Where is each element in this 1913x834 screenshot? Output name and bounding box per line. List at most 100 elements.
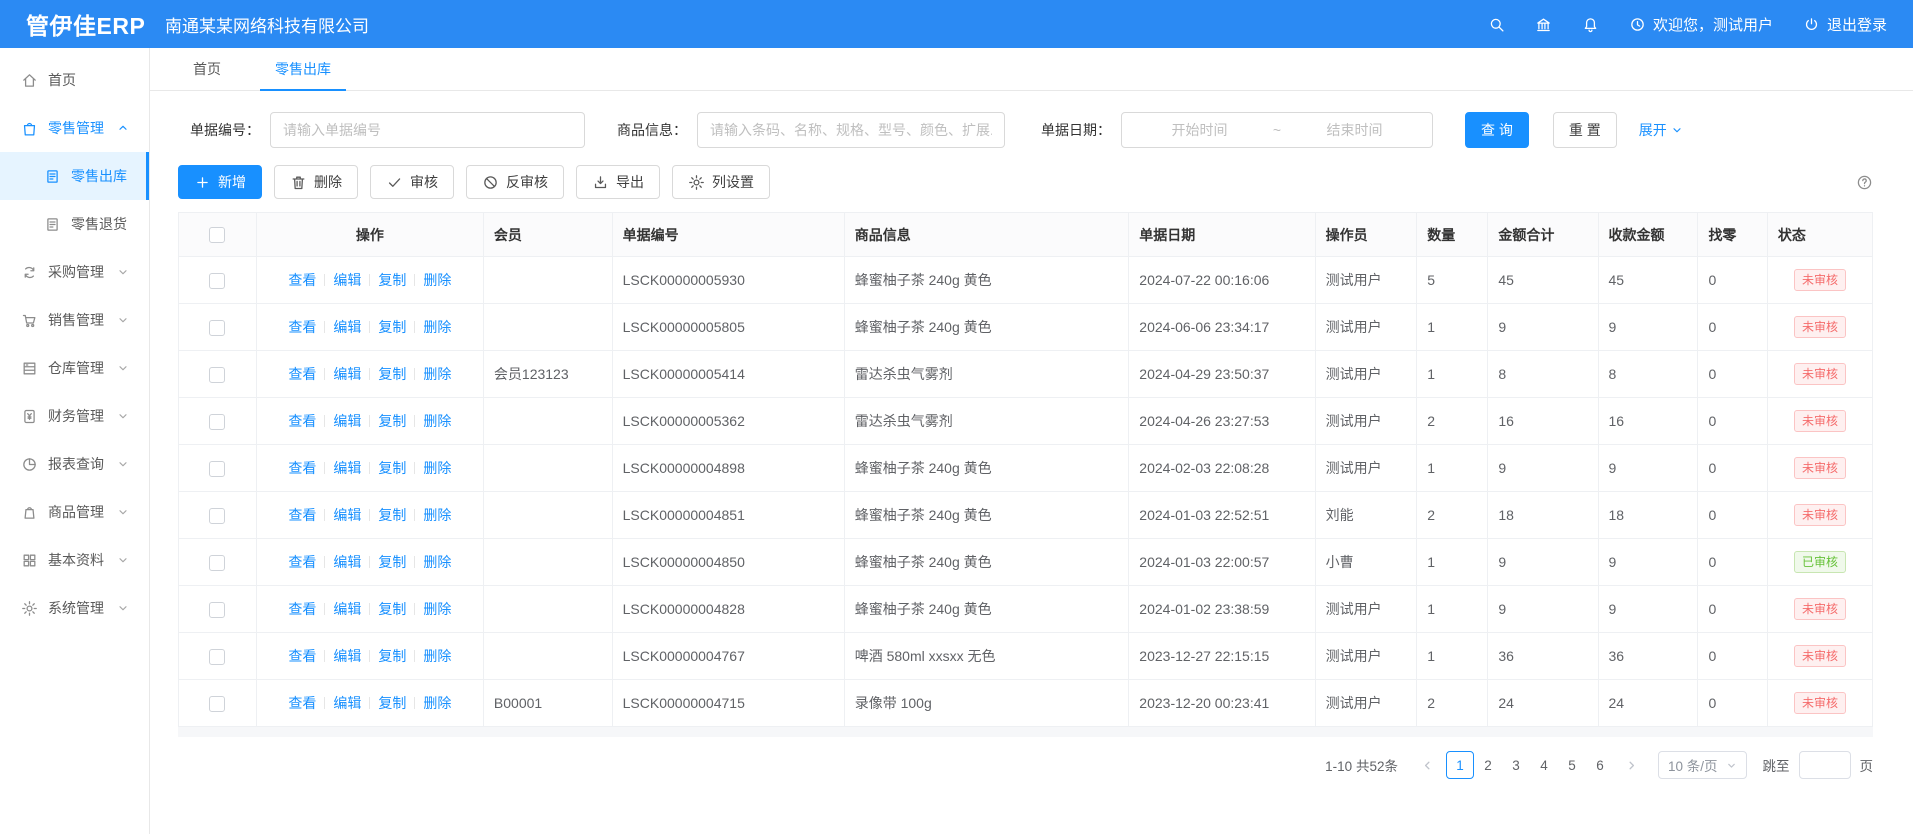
tab-retail-outbound[interactable]: 零售出库: [260, 48, 346, 90]
page-button-5[interactable]: 5: [1558, 751, 1586, 779]
action-view[interactable]: 查看: [288, 599, 316, 619]
action-copy[interactable]: 复制: [378, 693, 406, 713]
row-checkbox[interactable]: [209, 367, 225, 383]
sidebar-item-warehouse-仓库管理[interactable]: 仓库管理: [0, 344, 149, 392]
action-view[interactable]: 查看: [288, 317, 316, 337]
product-info-input[interactable]: [697, 112, 1005, 148]
reset-button[interactable]: 重 置: [1553, 112, 1617, 148]
tab-home[interactable]: 首页: [178, 48, 236, 90]
action-view[interactable]: 查看: [288, 552, 316, 572]
export-button[interactable]: 导出: [576, 165, 660, 199]
help-icon[interactable]: [1856, 174, 1873, 191]
action-delete[interactable]: 删除: [423, 411, 451, 431]
action-copy[interactable]: 复制: [378, 364, 406, 384]
row-checkbox[interactable]: [209, 649, 225, 665]
sidebar-item-goods-商品管理[interactable]: 商品管理: [0, 488, 149, 536]
action-copy[interactable]: 复制: [378, 646, 406, 666]
page-button-6[interactable]: 6: [1586, 751, 1614, 779]
logout-button[interactable]: 退出登录: [1803, 14, 1887, 35]
jump-page-input[interactable]: [1799, 751, 1851, 779]
select-all-checkbox[interactable]: [209, 227, 225, 243]
table-horizontal-scrollbar[interactable]: [178, 727, 1873, 737]
action-delete[interactable]: 删除: [423, 458, 451, 478]
row-checkbox[interactable]: [209, 320, 225, 336]
row-checkbox[interactable]: [209, 414, 225, 430]
action-separator: [324, 697, 325, 709]
row-checkbox[interactable]: [209, 696, 225, 712]
bank-icon[interactable]: [1535, 16, 1552, 33]
welcome-user[interactable]: 欢迎您，测试用户: [1629, 14, 1773, 35]
action-view[interactable]: 查看: [288, 693, 316, 713]
sidebar-item-gear-系统管理[interactable]: 系统管理: [0, 584, 149, 632]
action-copy[interactable]: 复制: [378, 411, 406, 431]
audit-button[interactable]: 审核: [370, 165, 454, 199]
sidebar-item-sync-采购管理[interactable]: 采购管理: [0, 248, 149, 296]
page-button-3[interactable]: 3: [1502, 751, 1530, 779]
action-delete[interactable]: 删除: [423, 599, 451, 619]
action-delete[interactable]: 删除: [423, 505, 451, 525]
add-button[interactable]: 新增: [178, 165, 262, 199]
action-view[interactable]: 查看: [288, 364, 316, 384]
search-icon[interactable]: [1488, 16, 1505, 33]
action-edit[interactable]: 编辑: [333, 317, 361, 337]
sidebar-item-finance-财务管理[interactable]: 财务管理: [0, 392, 149, 440]
bill-no-input[interactable]: [270, 112, 585, 148]
action-view[interactable]: 查看: [288, 505, 316, 525]
action-delete[interactable]: 删除: [423, 270, 451, 290]
action-copy[interactable]: 复制: [378, 552, 406, 572]
next-page-button[interactable]: [1618, 751, 1646, 779]
delete-button[interactable]: 删除: [274, 165, 358, 199]
sidebar-item-doc-零售退货[interactable]: 零售退货: [0, 200, 149, 248]
action-delete[interactable]: 删除: [423, 693, 451, 713]
ban-icon: [482, 174, 499, 191]
action-edit[interactable]: 编辑: [333, 552, 361, 572]
row-checkbox[interactable]: [209, 461, 225, 477]
jump-prefix: 跳至: [1763, 755, 1790, 775]
row-checkbox[interactable]: [209, 508, 225, 524]
row-checkbox[interactable]: [209, 555, 225, 571]
row-checkbox[interactable]: [209, 602, 225, 618]
unaudit-button[interactable]: 反审核: [466, 165, 564, 199]
expand-link[interactable]: 展开: [1639, 120, 1683, 140]
action-edit[interactable]: 编辑: [333, 270, 361, 290]
sidebar-item-cart-销售管理[interactable]: 销售管理: [0, 296, 149, 344]
action-view[interactable]: 查看: [288, 646, 316, 666]
action-copy[interactable]: 复制: [378, 505, 406, 525]
action-edit[interactable]: 编辑: [333, 458, 361, 478]
action-view[interactable]: 查看: [288, 270, 316, 290]
page-button-4[interactable]: 4: [1530, 751, 1558, 779]
prev-page-button[interactable]: [1414, 751, 1442, 779]
action-copy[interactable]: 复制: [378, 599, 406, 619]
search-button[interactable]: 查 询: [1465, 112, 1529, 148]
sidebar-item-doc-零售出库[interactable]: 零售出库: [0, 152, 149, 200]
date-start-input[interactable]: [1130, 121, 1269, 139]
action-copy[interactable]: 复制: [378, 458, 406, 478]
action-delete[interactable]: 删除: [423, 646, 451, 666]
row-checkbox[interactable]: [209, 273, 225, 289]
action-copy[interactable]: 复制: [378, 317, 406, 337]
date-end-input[interactable]: [1285, 121, 1424, 139]
action-edit[interactable]: 编辑: [333, 693, 361, 713]
bell-icon[interactable]: [1582, 16, 1599, 33]
page-button-1[interactable]: 1: [1446, 751, 1474, 779]
sidebar-item-shop-零售管理[interactable]: 零售管理: [0, 104, 149, 152]
sidebar-item-home-首页[interactable]: 首页: [0, 56, 149, 104]
date-range-picker[interactable]: ~: [1121, 112, 1433, 148]
action-edit[interactable]: 编辑: [333, 505, 361, 525]
column-settings-button[interactable]: 列设置: [672, 165, 770, 199]
action-edit[interactable]: 编辑: [333, 646, 361, 666]
action-edit[interactable]: 编辑: [333, 364, 361, 384]
sidebar-item-chart-报表查询[interactable]: 报表查询: [0, 440, 149, 488]
action-delete[interactable]: 删除: [423, 364, 451, 384]
action-delete[interactable]: 删除: [423, 552, 451, 572]
page-size-select[interactable]: 10 条/页: [1658, 751, 1747, 779]
action-view[interactable]: 查看: [288, 411, 316, 431]
date-separator: ~: [1269, 122, 1285, 138]
action-delete[interactable]: 删除: [423, 317, 451, 337]
action-edit[interactable]: 编辑: [333, 411, 361, 431]
action-copy[interactable]: 复制: [378, 270, 406, 290]
sidebar-item-grid-基本资料[interactable]: 基本资料: [0, 536, 149, 584]
page-button-2[interactable]: 2: [1474, 751, 1502, 779]
action-view[interactable]: 查看: [288, 458, 316, 478]
action-edit[interactable]: 编辑: [333, 599, 361, 619]
